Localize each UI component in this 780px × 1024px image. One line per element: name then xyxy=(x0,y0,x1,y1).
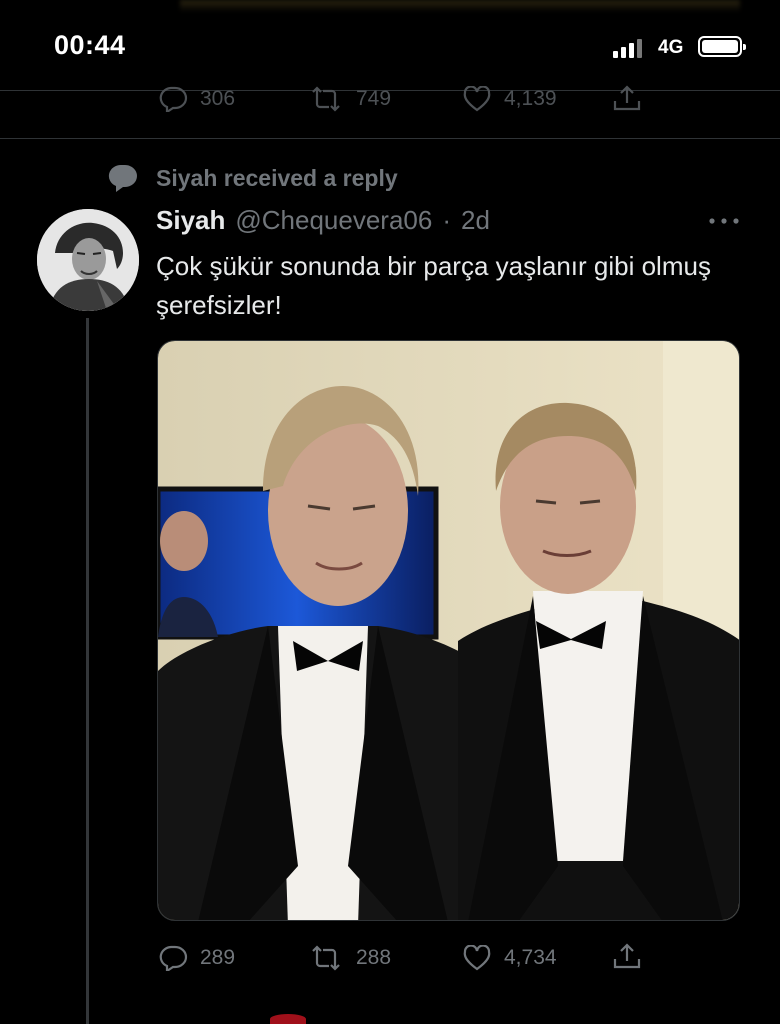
reply-icon xyxy=(159,86,188,112)
share-button[interactable] xyxy=(612,942,642,970)
like-icon xyxy=(463,945,491,971)
tweet-divider xyxy=(0,138,780,139)
retweet-icon xyxy=(312,945,340,971)
retweet-count: 288 xyxy=(356,946,392,969)
like-button[interactable]: 4,734 xyxy=(462,945,557,971)
prev-share-button[interactable] xyxy=(612,84,642,112)
photo-image xyxy=(158,341,739,920)
separator-dot: · xyxy=(442,205,452,235)
prev-like-count: 4,139 xyxy=(504,87,557,110)
tweet-photo[interactable] xyxy=(157,340,740,921)
reply-button[interactable]: 289 xyxy=(158,945,235,971)
battery-icon xyxy=(698,36,746,57)
retweet-button[interactable]: 288 xyxy=(308,945,391,971)
reply-count: 289 xyxy=(200,946,236,969)
prev-reply-button[interactable]: 306 xyxy=(158,86,235,112)
avatar[interactable] xyxy=(37,209,139,311)
prev-retweet-button[interactable]: 749 xyxy=(308,86,391,112)
speech-bubble-icon xyxy=(108,164,137,192)
reply-icon xyxy=(159,945,188,971)
more-button[interactable] xyxy=(708,214,740,232)
author-name[interactable]: Siyah xyxy=(156,205,225,236)
tweet-text: Çok şükür sonunda bir parça yaşlanır gib… xyxy=(156,251,711,320)
top-glow xyxy=(180,0,740,12)
status-time: 00:44 xyxy=(54,30,126,60)
more-icon xyxy=(709,218,739,224)
share-icon xyxy=(613,943,641,969)
thread-line xyxy=(86,318,89,1024)
prev-retweet-count: 749 xyxy=(356,87,392,110)
tweet-header: Siyah @Chequevera06 · 2d xyxy=(156,205,490,236)
next-item-peek xyxy=(270,1014,306,1024)
author-handle[interactable]: @Chequevera06 xyxy=(235,205,432,236)
share-icon xyxy=(613,85,641,111)
signal-icon xyxy=(613,38,653,58)
social-context-label: Siyah received a reply xyxy=(156,164,398,191)
prev-like-button[interactable]: 4,139 xyxy=(462,86,557,112)
social-context: Siyah received a reply xyxy=(108,164,398,192)
like-icon xyxy=(463,86,491,112)
avatar-image xyxy=(37,209,139,311)
network-label: 4G xyxy=(658,37,684,58)
retweet-icon xyxy=(312,86,340,112)
prev-reply-count: 306 xyxy=(200,87,236,110)
tweet-time[interactable]: 2d xyxy=(461,205,490,236)
like-count: 4,734 xyxy=(504,946,557,969)
